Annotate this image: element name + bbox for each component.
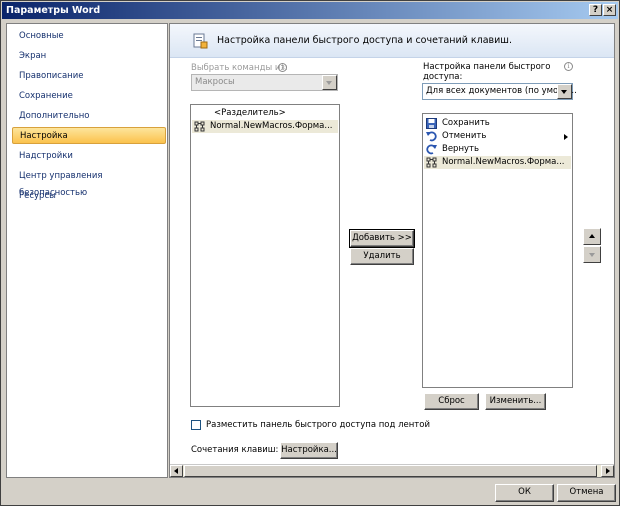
- list-item-label: Normal.NewMacros.Форма...: [442, 157, 565, 167]
- move-down-button[interactable]: [583, 246, 601, 263]
- customize-qat-icon: [193, 33, 208, 49]
- info-icon: i: [278, 63, 287, 72]
- modify-button[interactable]: Изменить...: [485, 393, 546, 410]
- scroll-left-icon[interactable]: [170, 465, 183, 477]
- list-item[interactable]: <Разделитель>: [192, 107, 338, 120]
- sidebar-item-customize[interactable]: Настройка: [12, 127, 166, 144]
- shortcuts-label: Сочетания клавиш:: [191, 445, 279, 455]
- shortcuts-customize-button[interactable]: Настройка...: [280, 442, 338, 459]
- list-item-label: Отменить: [442, 131, 487, 141]
- list-item[interactable]: Normal.NewMacros.Форма...: [192, 120, 338, 133]
- chevron-down-icon[interactable]: [322, 75, 337, 90]
- scroll-thumb[interactable]: [184, 465, 597, 477]
- sidebar-item-resources[interactable]: Ресурсы: [12, 188, 166, 205]
- reset-button[interactable]: Сброс: [424, 393, 479, 410]
- page-title: Настройка панели быстрого доступа и соче…: [217, 35, 513, 46]
- macro-icon: [426, 157, 437, 168]
- sidebar-item-advanced[interactable]: Дополнительно: [12, 108, 166, 125]
- list-item-label: <Разделитель>: [214, 108, 286, 118]
- sidebar-item-display[interactable]: Экран: [12, 48, 166, 65]
- qat-scope-value: Для всех документов (по умолч...: [426, 86, 577, 96]
- sidebar-item-popular[interactable]: Основные: [12, 28, 166, 45]
- cancel-button[interactable]: Отмена: [557, 484, 616, 502]
- window-title: Параметры Word: [6, 5, 101, 16]
- qat-config-label-line1: Настройка панели быстрого: [423, 62, 551, 72]
- undo-icon: [426, 131, 437, 142]
- list-item-label: Сохранить: [442, 118, 490, 128]
- scroll-right-icon[interactable]: [601, 465, 614, 477]
- choose-commands-value: Макросы: [195, 77, 235, 87]
- ok-button-label: ОК: [518, 487, 531, 497]
- chevron-down-icon[interactable]: [557, 84, 572, 99]
- sidebar-item-trust-center[interactable]: Центр управления безопасностью: [12, 168, 166, 198]
- cancel-button-label: Отмена: [569, 487, 604, 497]
- macro-icon: [194, 121, 205, 132]
- info-icon: i: [564, 62, 573, 71]
- close-button[interactable]: ×: [603, 4, 616, 16]
- remove-button-label: Удалить: [363, 251, 401, 261]
- sidebar-item-proofing[interactable]: Правописание: [12, 68, 166, 85]
- choose-commands-label: Выбрать команды из:: [191, 63, 288, 73]
- qat-commands-list[interactable]: Сохранить Отменить Вернуть Normal.NewMac…: [422, 113, 573, 388]
- shortcuts-customize-button-label: Настройка...: [281, 445, 337, 455]
- ok-button[interactable]: ОК: [495, 484, 554, 502]
- submenu-arrow-icon: [564, 134, 568, 140]
- qat-below-ribbon-checkbox[interactable]: [191, 420, 201, 430]
- modify-button-label: Изменить...: [489, 396, 542, 406]
- list-item[interactable]: Отменить: [424, 130, 571, 143]
- qat-scope-select[interactable]: Для всех документов (по умолч...: [422, 83, 577, 100]
- save-icon: [426, 118, 437, 129]
- reset-button-label: Сброс: [438, 396, 465, 406]
- horizontal-scrollbar[interactable]: [170, 464, 614, 477]
- content-panel: Настройка панели быстрого доступа и соче…: [169, 23, 615, 478]
- redo-icon: [426, 144, 437, 155]
- qat-below-ribbon-label: Разместить панель быстрого доступа под л…: [206, 420, 430, 430]
- title-bar: Параметры Word ? ×: [2, 2, 618, 19]
- help-icon: ?: [592, 5, 599, 15]
- sidebar-item-addins[interactable]: Надстройки: [12, 148, 166, 165]
- move-up-button[interactable]: [583, 228, 601, 245]
- list-item[interactable]: Normal.NewMacros.Форма...: [424, 156, 571, 169]
- remove-button[interactable]: Удалить: [350, 248, 414, 265]
- list-item-label: Вернуть: [442, 144, 480, 154]
- options-dialog: Параметры Word ? × Основные Экран Правоп…: [0, 0, 620, 506]
- list-item-label: Normal.NewMacros.Форма...: [210, 121, 333, 131]
- sidebar: Основные Экран Правописание Сохранение Д…: [6, 23, 168, 478]
- list-item[interactable]: Сохранить: [424, 117, 571, 130]
- header-band: Настройка панели быстрого доступа и соче…: [170, 24, 614, 58]
- add-button[interactable]: Добавить >>: [349, 229, 415, 248]
- qat-config-label-line2: доступа:: [423, 72, 463, 82]
- choose-commands-select[interactable]: Макросы: [191, 74, 338, 91]
- close-icon: ×: [605, 5, 614, 15]
- available-commands-list[interactable]: <Разделитель> Normal.NewMacros.Форма...: [190, 104, 340, 407]
- sidebar-item-save[interactable]: Сохранение: [12, 88, 166, 105]
- list-item[interactable]: Вернуть: [424, 143, 571, 156]
- add-button-label: Добавить >>: [352, 233, 412, 243]
- help-button[interactable]: ?: [589, 4, 602, 16]
